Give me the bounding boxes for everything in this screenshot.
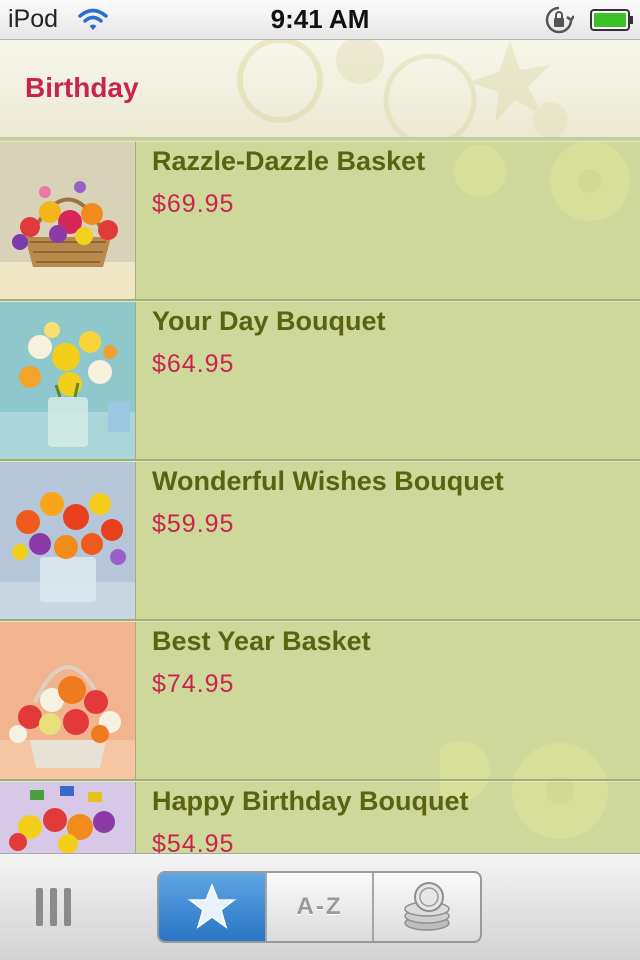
product-row[interactable]: Razzle-Dazzle Basket $69.95 <box>0 141 640 301</box>
product-list[interactable]: Razzle-Dazzle Basket $69.95 Your Day Bou… <box>0 141 640 853</box>
segment-alphabetical[interactable]: A-Z <box>267 873 375 941</box>
product-price: $74.95 <box>152 670 235 698</box>
product-name: Razzle-Dazzle Basket <box>152 146 426 176</box>
product-row[interactable]: Happy Birthday Bouquet $54.95 <box>0 781 640 853</box>
product-image <box>0 622 136 779</box>
page-title: Birthday <box>25 72 139 103</box>
rotation-lock-icon <box>545 6 574 34</box>
product-image <box>0 142 136 299</box>
product-row[interactable]: Wonderful Wishes Bouquet $59.95 <box>0 461 640 621</box>
battery-icon <box>590 9 633 31</box>
product-image <box>0 782 136 853</box>
floral-decoration <box>237 40 568 137</box>
product-name: Happy Birthday Bouquet <box>152 786 469 816</box>
product-price: $54.95 <box>152 830 235 853</box>
sort-segmented-control[interactable]: A-Z <box>157 871 482 943</box>
product-name: Best Year Basket <box>152 626 371 656</box>
menu-icon[interactable] <box>34 888 74 928</box>
product-price: $69.95 <box>152 190 235 218</box>
product-name: Wonderful Wishes Bouquet <box>152 466 504 496</box>
product-name: Your Day Bouquet <box>152 306 386 336</box>
segment-label: A-Z <box>296 893 343 920</box>
segment-favorites[interactable] <box>159 873 267 941</box>
product-image <box>0 302 136 459</box>
product-row[interactable]: Your Day Bouquet $64.95 <box>0 301 640 461</box>
product-price: $64.95 <box>152 350 235 378</box>
nav-header: Birthday <box>0 40 640 139</box>
product-price: $59.95 <box>152 510 235 538</box>
product-row[interactable]: Best Year Basket $74.95 <box>0 621 640 781</box>
tab-bar: A-Z <box>0 853 640 960</box>
star-icon <box>187 882 237 929</box>
segment-price[interactable] <box>374 873 480 941</box>
status-bar: iPod 9:41 AM <box>0 0 640 40</box>
coins-icon <box>404 882 450 931</box>
product-image <box>0 462 136 619</box>
